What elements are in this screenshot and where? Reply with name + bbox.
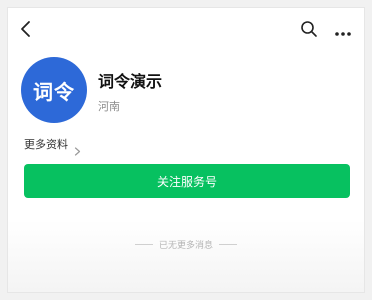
divider-right	[219, 244, 237, 245]
account-region: 河南	[98, 100, 120, 113]
chevron-right-icon	[74, 141, 81, 156]
top-bar	[8, 8, 364, 48]
message-area	[8, 220, 364, 292]
no-more-messages: 已无更多消息	[8, 238, 364, 251]
no-more-messages-text: 已无更多消息	[158, 241, 213, 251]
search-icon	[300, 20, 318, 42]
divider-left	[134, 244, 153, 245]
more-dots-icon	[334, 22, 352, 41]
avatar-logo-text: 词令	[33, 79, 75, 104]
follow-button[interactable]: 关注服务号	[24, 164, 350, 198]
search-button[interactable]	[298, 20, 320, 42]
account-name: 词令演示	[98, 72, 163, 91]
back-button[interactable]	[16, 20, 36, 42]
more-button[interactable]	[331, 20, 355, 42]
more-info-label: 更多资料	[24, 138, 68, 151]
avatar[interactable]: 词令	[21, 57, 87, 123]
chevron-left-icon	[20, 20, 32, 42]
more-info-link[interactable]: 更多资料	[24, 136, 81, 156]
profile-page: 词令 词令演示 河南 更多资料 关注服务号 已无更多消息	[7, 7, 365, 293]
